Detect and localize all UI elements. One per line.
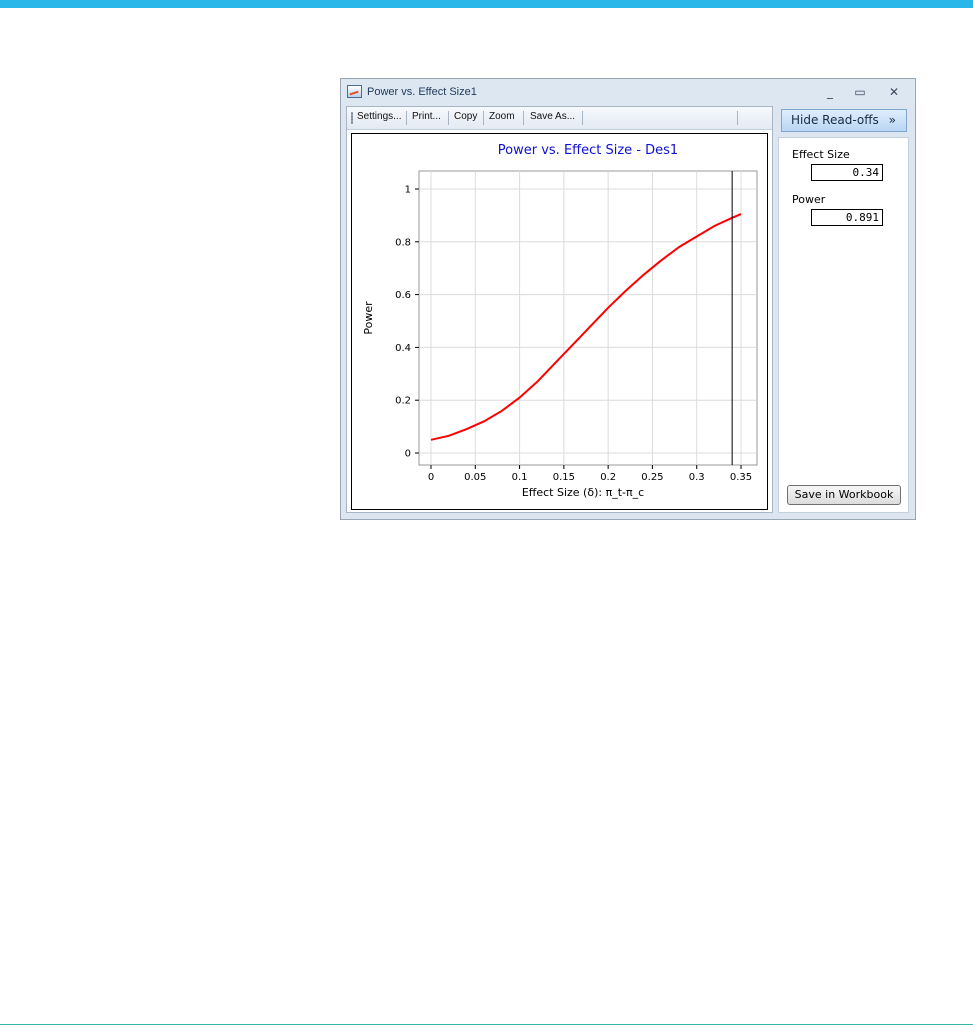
plot-area xyxy=(418,170,758,466)
toolbar-separator xyxy=(406,111,407,125)
y-tick-label: 0.2 xyxy=(395,396,411,407)
window-titlebar[interactable]: Power vs. Effect Size1 _ ▭ ✕ xyxy=(341,79,915,105)
save-as-button[interactable]: Save As... xyxy=(530,111,575,122)
x-tick-label: 0.3 xyxy=(689,472,705,483)
chart-toolbar: Settings... Print... Copy Zoom Save As..… xyxy=(347,107,772,130)
effect-size-field[interactable]: 0.34 xyxy=(811,164,883,181)
toolbar-separator xyxy=(737,111,738,125)
chart-title: Power vs. Effect Size - Des1 xyxy=(498,143,678,158)
toolbar-separator xyxy=(582,111,583,125)
minimize-button[interactable]: _ xyxy=(819,83,841,101)
chart-pane: Settings... Print... Copy Zoom Save As..… xyxy=(346,106,773,513)
power-label: Power xyxy=(792,193,826,206)
copy-button[interactable]: Copy xyxy=(454,111,477,122)
x-tick-label: 0.2 xyxy=(600,472,616,483)
bottom-rule xyxy=(0,1024,973,1025)
toolbar-grip-handle[interactable] xyxy=(351,112,353,124)
x-tick-label: 0.25 xyxy=(641,472,663,483)
x-tick-label: 0.15 xyxy=(553,472,575,483)
hide-readoffs-label: Hide Read-offs xyxy=(791,113,879,127)
zoom-button[interactable]: Zoom xyxy=(489,111,515,122)
y-tick-label: 0.4 xyxy=(395,343,411,354)
x-tick-label: 0.35 xyxy=(730,472,752,483)
power-field[interactable]: 0.891 xyxy=(811,209,883,226)
effect-size-label: Effect Size xyxy=(792,148,850,161)
window-title: Power vs. Effect Size1 xyxy=(367,86,477,98)
readoffs-panel: Effect Size 0.34 Power 0.891 Save in Wor… xyxy=(778,137,909,513)
y-tick-label: 0.6 xyxy=(395,290,411,301)
x-tick-label: 0.05 xyxy=(464,472,486,483)
chart-app-icon xyxy=(347,85,362,98)
toolbar-separator xyxy=(448,111,449,125)
y-tick-label: 0 xyxy=(405,449,411,460)
plot-frame: 0 0.05 0.1 0.15 0.2 0.25 0.3 0.35 0 0.2 0.4 0.6 0.8 1… xyxy=(351,133,768,510)
chevron-right-icon: » xyxy=(888,113,896,127)
save-in-workbook-button[interactable]: Save in Workbook xyxy=(787,485,901,505)
print-button[interactable]: Print... xyxy=(412,111,441,122)
chart-window: Power vs. Effect Size1 _ ▭ ✕ Settings...… xyxy=(340,78,916,520)
top-accent-bar xyxy=(0,0,973,8)
readoffs-sidebar: Hide Read-offs » Effect Size 0.34 Power … xyxy=(778,106,909,513)
x-tick-label: 0 xyxy=(428,472,434,483)
x-axis-label: Effect Size (δ): π_t-π_c xyxy=(522,486,644,499)
x-tick-label: 0.1 xyxy=(512,472,528,483)
maximize-button[interactable]: ▭ xyxy=(849,83,871,101)
hide-readoffs-button[interactable]: Hide Read-offs » xyxy=(781,109,907,132)
close-button[interactable]: ✕ xyxy=(883,83,905,101)
toolbar-separator xyxy=(483,111,484,125)
y-axis-label: Power xyxy=(362,301,375,335)
settings-button[interactable]: Settings... xyxy=(357,111,401,122)
power-chart[interactable]: 0 0.05 0.1 0.15 0.2 0.25 0.3 0.35 0 0.2 0.4 0.6 0.8 1… xyxy=(352,134,767,509)
y-tick-label: 0.8 xyxy=(395,237,411,248)
toolbar-separator xyxy=(523,111,524,125)
y-tick-label: 1 xyxy=(405,185,411,196)
